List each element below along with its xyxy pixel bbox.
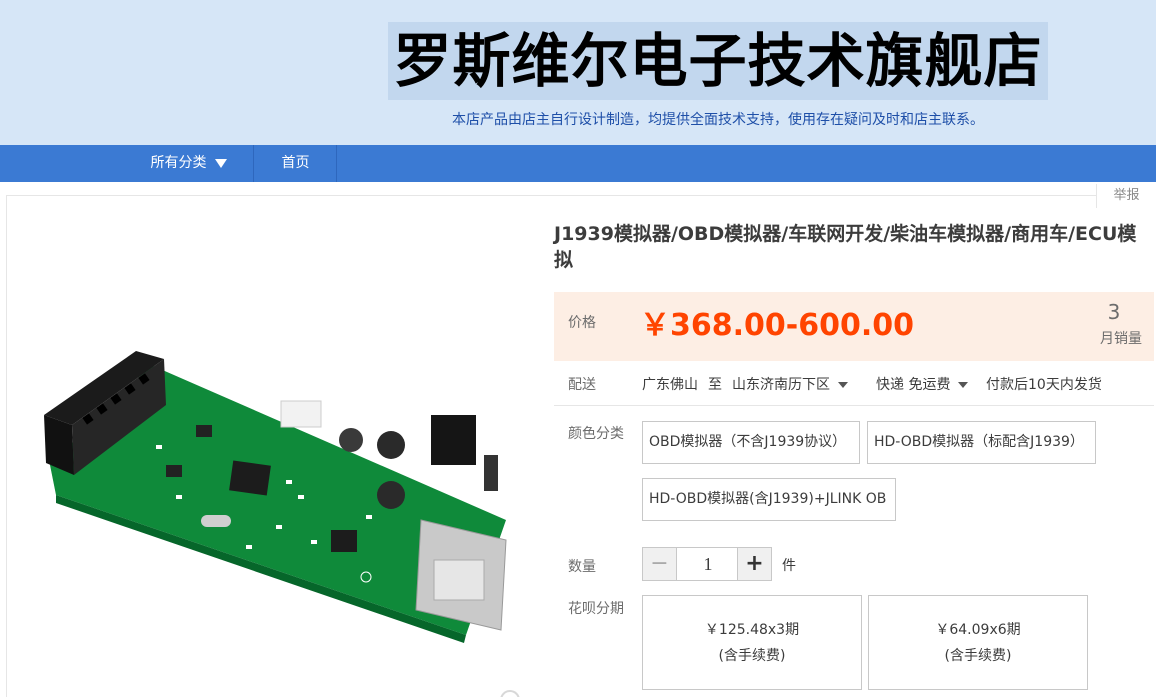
shipping-to-word: 至 <box>708 377 722 393</box>
quantity-minus-button[interactable]: − <box>643 548 677 580</box>
shop-nav: 所有分类 首页 <box>0 145 1156 182</box>
sku-label: 颜色分类 <box>568 426 624 442</box>
installment-label: 花呗分期 <box>568 601 624 617</box>
price-label: 价格 <box>568 315 596 331</box>
installment-option[interactable]: ￥125.48x3期 (含手续费) <box>642 595 862 690</box>
shipping-method-select[interactable]: 快递 免运费 <box>876 374 969 394</box>
caret-down-icon <box>958 382 969 388</box>
quantity-label: 数量 <box>568 559 596 575</box>
monthly-sales-label: 月销量 <box>1100 331 1142 347</box>
shipping-row: 配送 广东佛山 至 山东济南历下区 快递 免运费 付款后10天内发货 <box>554 362 1154 406</box>
installment-amount: ￥125.48x3期 <box>704 622 800 638</box>
shipping-destination-select[interactable]: 山东济南历下区 <box>732 374 848 394</box>
shop-name: 罗斯维尔电子技术旗舰店 <box>388 22 1048 100</box>
nav-all-categories-label: 所有分类 <box>150 155 207 171</box>
product-title: J1939模拟器/OBD模拟器/车联网开发/柴油车模拟器/商用车/ECU模拟 <box>554 223 1137 271</box>
sku-option[interactable]: OBD模拟器（不含J1939协议） <box>642 421 860 464</box>
installment-option[interactable]: ￥64.09x6期 (含手续费) <box>868 595 1088 690</box>
shipping-from: 广东佛山 <box>642 377 698 393</box>
shipping-method: 快递 免运费 <box>876 377 951 393</box>
nav-all-categories[interactable]: 所有分类 <box>124 145 254 182</box>
price-box: 价格 ￥368.00-600.00 3 月销量 <box>554 292 1154 361</box>
quantity-stepper: − + <box>642 547 772 581</box>
price-value: ￥368.00-600.00 <box>640 308 914 343</box>
installment-fee: (含手续费) <box>718 648 786 664</box>
shipping-label: 配送 <box>568 377 596 393</box>
product-image <box>44 351 507 643</box>
shipping-dispatch: 付款后10天内发货 <box>986 377 1102 393</box>
quantity-plus-button[interactable]: + <box>737 548 771 580</box>
nav-home[interactable]: 首页 <box>255 145 337 182</box>
monthly-sales-count: 3 <box>1107 300 1121 324</box>
installment-amount: ￥64.09x6期 <box>935 622 1021 638</box>
shop-banner: 罗斯维尔电子技术旗舰店 本店产品由店主自行设计制造，均提供全面技术支持，使用存在… <box>0 0 1156 145</box>
caret-down-icon <box>214 158 227 168</box>
shop-slogan: 本店产品由店主自行设计制造，均提供全面技术支持，使用存在疑问及时和店主联系。 <box>452 112 984 128</box>
report-link[interactable]: 举报 <box>1096 184 1156 208</box>
sku-option[interactable]: HD-OBD模拟器(含J1939)+JLINK OB <box>642 478 896 521</box>
quantity-unit: 件 <box>782 558 796 574</box>
sku-option[interactable]: HD-OBD模拟器（标配含J1939） <box>867 421 1096 464</box>
shipping-destination: 山东济南历下区 <box>732 377 830 393</box>
installment-fee: (含手续费) <box>944 648 1012 664</box>
quantity-input[interactable] <box>677 548 739 580</box>
caret-down-icon <box>838 382 848 388</box>
